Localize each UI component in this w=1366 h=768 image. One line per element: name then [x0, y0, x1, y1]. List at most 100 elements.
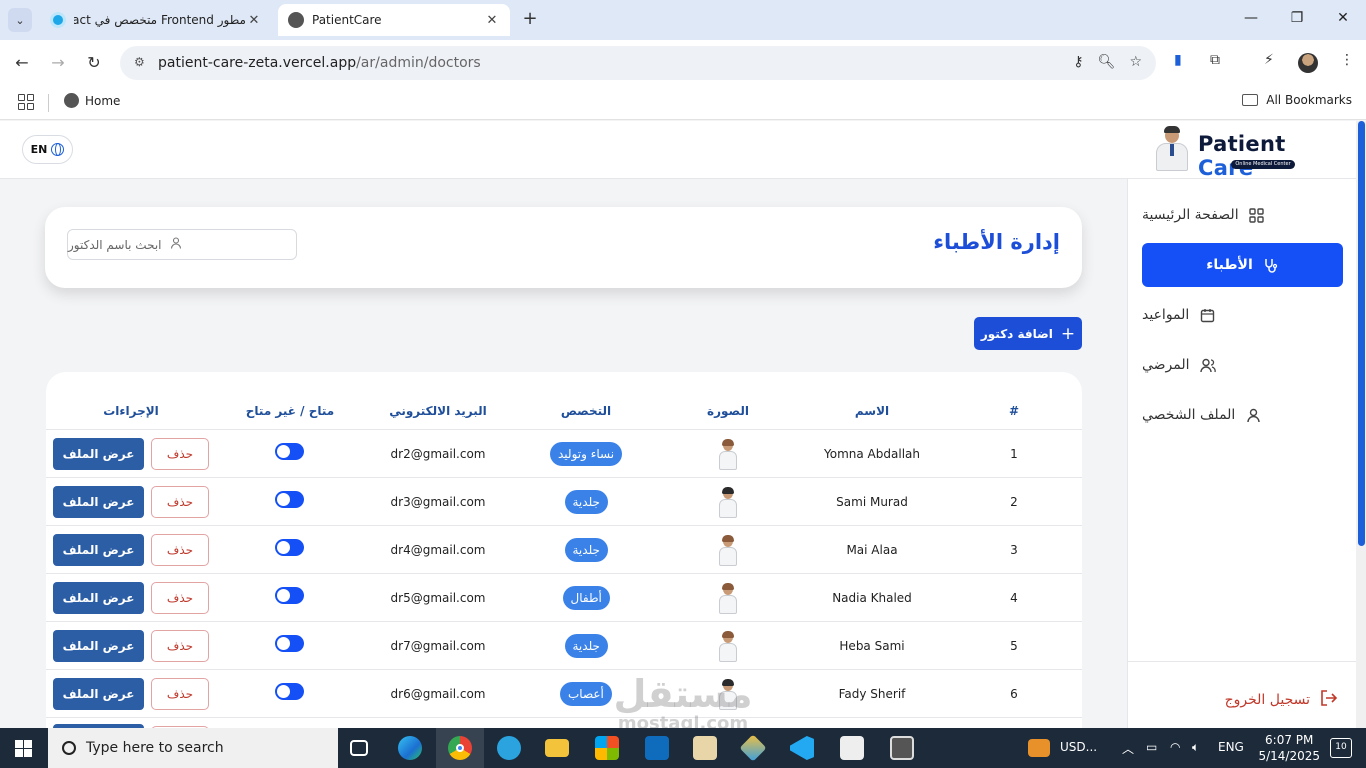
design-app-icon[interactable]: [739, 734, 767, 762]
tray-chevron-icon[interactable]: ︿: [1122, 740, 1134, 757]
view-profile-button[interactable]: عرض الملف: [53, 630, 144, 662]
telegram-icon[interactable]: [497, 736, 521, 760]
store-icon[interactable]: [595, 736, 619, 760]
more-menu-icon[interactable]: ⋮: [1340, 52, 1354, 68]
page-scrollbar[interactable]: [1356, 121, 1366, 728]
forward-icon[interactable]: →: [47, 52, 69, 74]
extension-icon[interactable]: ▮: [1174, 52, 1182, 68]
doctor-name: Mai Alaa: [846, 543, 898, 557]
sidebar-item-appointments[interactable]: المواعيد: [1142, 293, 1343, 337]
bookmark-star-icon[interactable]: ☆: [1129, 54, 1142, 70]
sidebar-item-patients[interactable]: المرضي: [1142, 343, 1343, 387]
calculator-icon[interactable]: [890, 736, 914, 760]
vscode-icon[interactable]: [790, 736, 814, 760]
performance-icon[interactable]: ⚡: [1264, 52, 1274, 68]
delete-button[interactable]: حذف: [151, 678, 209, 710]
bookmark-label: Home: [85, 93, 121, 108]
outlook-icon[interactable]: [645, 736, 669, 760]
back-icon[interactable]: ←: [11, 52, 33, 74]
tab-close-icon[interactable]: ✕: [484, 13, 500, 28]
site-settings-icon[interactable]: ⚙: [134, 55, 150, 71]
doctor-email: dr3@gmail.com: [390, 495, 486, 509]
specialty-badge: جلدية: [564, 634, 608, 658]
windows-start-icon[interactable]: [15, 740, 32, 757]
tab-active[interactable]: PatientCare ✕: [278, 4, 510, 36]
taskbar-clock[interactable]: 6:07 PM 5/14/2025: [1258, 732, 1320, 764]
specialty-badge: جلدية: [564, 490, 608, 514]
tray-currency[interactable]: USD...: [1060, 740, 1097, 754]
delete-button[interactable]: حذف: [151, 534, 209, 566]
tray-weather-icon[interactable]: [1028, 739, 1050, 757]
wifi-icon[interactable]: ◠: [1170, 740, 1180, 754]
availability-toggle[interactable]: [275, 491, 304, 508]
volume-icon[interactable]: 🔈︎: [1192, 740, 1199, 755]
view-profile-button[interactable]: عرض الملف: [53, 534, 144, 566]
delete-button[interactable]: حذف: [151, 438, 209, 470]
header-availability: متاح / غير متاح: [245, 404, 335, 418]
doctor-name: Yomna Abdallah: [824, 447, 920, 461]
logout-button[interactable]: تسجيل الخروج: [1225, 690, 1338, 710]
header-specialty: التخصص: [560, 404, 612, 418]
file-explorer-icon[interactable]: [545, 739, 569, 757]
bookmark-home[interactable]: Home: [64, 93, 120, 108]
task-view-icon[interactable]: [350, 740, 368, 756]
chrome-taskbar-button[interactable]: [436, 728, 484, 768]
logout-icon: [1320, 690, 1338, 710]
battery-icon[interactable]: ▭: [1146, 740, 1157, 754]
doctor-logo-icon: [1152, 126, 1192, 172]
header-num: #: [1008, 404, 1020, 418]
tab-inactive[interactable]: مطور Frontend متخصص في React ✕: [40, 4, 272, 36]
delete-button[interactable]: حذف: [151, 630, 209, 662]
profile-avatar[interactable]: [1298, 53, 1318, 73]
terminal-app-icon[interactable]: [840, 736, 864, 760]
doctor-name: Heba Sami: [839, 639, 905, 653]
delete-button[interactable]: حذف: [151, 486, 209, 518]
address-bar[interactable]: ⚙ patient-care-zeta.vercel.app/ar/admin/…: [120, 46, 1156, 80]
view-profile-button[interactable]: عرض الملف: [53, 678, 144, 710]
app-logo[interactable]: Patient Care Online Medical Center: [1152, 126, 1332, 180]
minimize-icon[interactable]: —: [1236, 10, 1266, 26]
view-profile-button[interactable]: عرض الملف: [53, 438, 144, 470]
browser-toolbar: ← → ↻ ⚙ patient-care-zeta.vercel.app/ar/…: [0, 40, 1366, 86]
sidebar-item-doctors[interactable]: الأطباء: [1142, 243, 1343, 287]
delete-button[interactable]: حذف: [151, 582, 209, 614]
sidebar-item-profile[interactable]: الملف الشخصي: [1142, 393, 1343, 437]
tab-close-icon[interactable]: ✕: [246, 13, 262, 28]
close-window-icon[interactable]: ✕: [1328, 10, 1358, 26]
availability-toggle[interactable]: [275, 443, 304, 460]
tab-search-button[interactable]: ⌄: [8, 8, 32, 32]
taskbar-search-input[interactable]: Type here to search: [48, 728, 338, 768]
key-icon[interactable]: ⚷: [1073, 54, 1083, 70]
row-number: 3: [1010, 543, 1018, 557]
availability-toggle[interactable]: [275, 683, 304, 700]
reload-icon[interactable]: ↻: [83, 52, 105, 74]
language-toggle-button[interactable]: EN: [22, 135, 73, 164]
table-row: 2 Sami Murad جلدية dr3@gmail.com حذف عرض…: [46, 478, 1082, 526]
availability-toggle[interactable]: [275, 587, 304, 604]
notification-center-icon[interactable]: 10: [1330, 738, 1352, 758]
apps-grid-icon[interactable]: [18, 94, 34, 110]
availability-toggle[interactable]: [275, 539, 304, 556]
paint-icon[interactable]: [693, 736, 717, 760]
edge-icon[interactable]: [398, 736, 422, 760]
add-doctor-button[interactable]: + اضافة دكتور: [974, 317, 1082, 350]
doctor-search-input[interactable]: ابحث باسم الدكتور: [67, 229, 297, 260]
bookmark-label: All Bookmarks: [1266, 93, 1352, 107]
scrollbar-thumb[interactable]: [1358, 121, 1365, 546]
input-language[interactable]: ENG: [1218, 740, 1244, 754]
zoom-icon[interactable]: 🔍︎: [1098, 54, 1116, 70]
divider: [1128, 661, 1356, 662]
view-profile-button[interactable]: عرض الملف: [53, 582, 144, 614]
restore-icon[interactable]: ❐: [1282, 10, 1312, 26]
stethoscope-icon: [1263, 257, 1279, 273]
main-content: إدارة الأطباء ابحث باسم الدكتور + اضافة …: [0, 179, 1127, 728]
tab-favicon-icon: [50, 12, 66, 28]
puzzle-icon[interactable]: ⧉: [1210, 52, 1220, 68]
doctor-photo: [714, 535, 742, 567]
new-tab-button[interactable]: +: [518, 8, 542, 32]
availability-toggle[interactable]: [275, 635, 304, 652]
view-profile-button[interactable]: عرض الملف: [53, 486, 144, 518]
all-bookmarks[interactable]: All Bookmarks: [1242, 93, 1352, 107]
sidebar-item-home[interactable]: الصفحة الرئيسية: [1142, 193, 1343, 237]
sidebar-item-label: المواعيد: [1142, 307, 1190, 323]
